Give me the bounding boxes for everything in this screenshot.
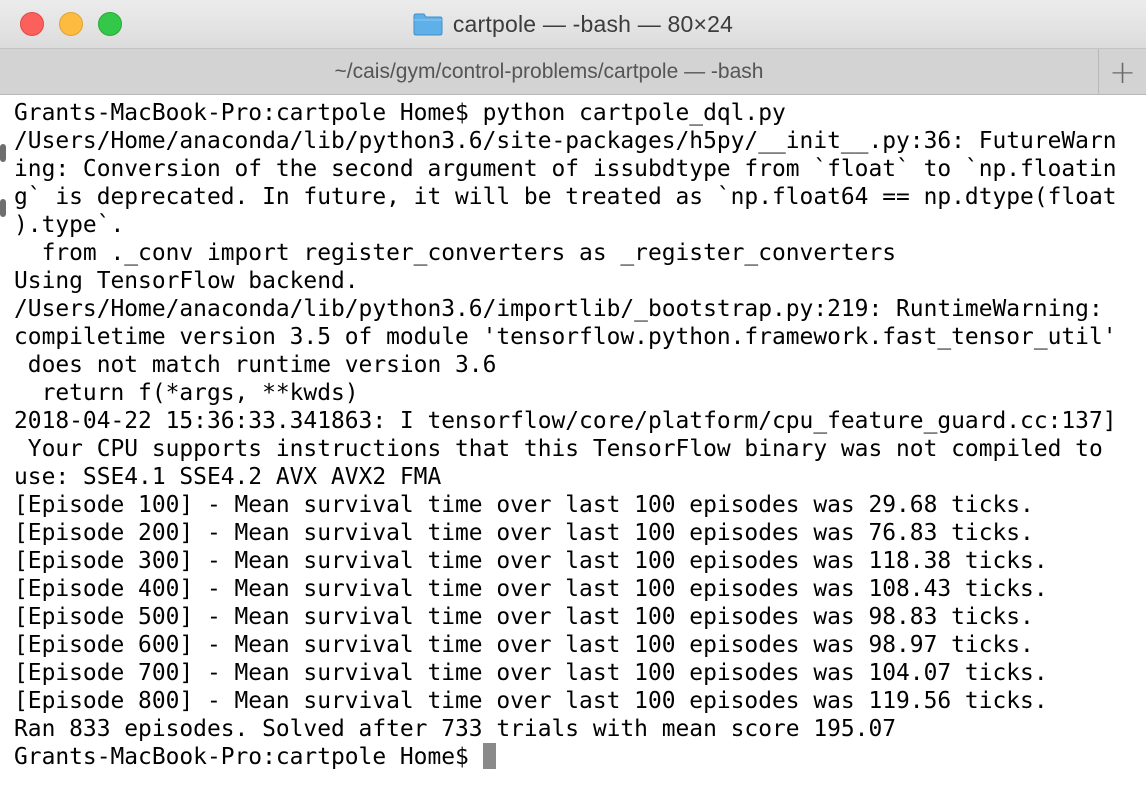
terminal-line: 2018-04-22 15:36:33.341863: I tensorflow… (14, 408, 1117, 434)
terminal-line: /Users/Home/anaconda/lib/python3.6/impor… (14, 296, 1103, 322)
terminal-line: /Users/Home/anaconda/lib/python3.6/site-… (14, 128, 1117, 154)
terminal-line: does not match runtime version 3.6 (14, 352, 497, 378)
terminal-line: Your CPU supports instructions that this… (14, 436, 1103, 462)
terminal-line: [Episode 300] - Mean survival time over … (14, 548, 1048, 574)
terminal-line: Using TensorFlow backend. (14, 268, 359, 294)
folder-icon (413, 12, 443, 36)
terminal-line: [Episode 100] - Mean survival time over … (14, 492, 1034, 518)
window-title: cartpole — -bash — 80×24 (452, 10, 734, 37)
terminal-line: g` is deprecated. In future, it will be … (14, 184, 1117, 210)
text-cursor (482, 743, 496, 769)
title-bar[interactable]: cartpole — -bash — 80×24 (0, 0, 1146, 49)
scroll-marker (0, 144, 6, 162)
terminal-line: Grants-MacBook-Pro:cartpole Home$ python… (14, 100, 786, 126)
terminal-window: cartpole — -bash — 80×24 ~/cais/gym/cont… (0, 0, 1146, 806)
terminal-line: return f(*args, **kwds) (14, 380, 359, 406)
tab-bash[interactable]: ~/cais/gym/control-problems/cartpole — -… (0, 49, 1098, 94)
window-title-group: cartpole — -bash — 80×24 (0, 0, 1146, 48)
terminal-line: ing: Conversion of the second argument o… (14, 156, 1117, 182)
prompt-line[interactable]: Grants-MacBook-Pro:cartpole Home$ (14, 743, 1117, 771)
tab-bar: ~/cais/gym/control-problems/cartpole — -… (0, 49, 1146, 95)
zoom-button[interactable] (98, 12, 122, 36)
scroll-marker (0, 199, 6, 217)
terminal-line: [Episode 800] - Mean survival time over … (14, 688, 1048, 714)
terminal-lines: Grants-MacBook-Pro:cartpole Home$ python… (14, 99, 1117, 771)
terminal-line: Ran 833 episodes. Solved after 733 trial… (14, 716, 897, 742)
close-button[interactable] (20, 12, 44, 36)
terminal-line: [Episode 400] - Mean survival time over … (14, 576, 1048, 602)
terminal-line: compiletime version 3.5 of module 'tenso… (14, 324, 1117, 350)
new-tab-button[interactable]: + (1098, 49, 1146, 94)
terminal-line: [Episode 600] - Mean survival time over … (14, 632, 1034, 658)
terminal-line: from ._conv import register_converters a… (14, 240, 897, 266)
minimize-button[interactable] (59, 12, 83, 36)
terminal-line: [Episode 500] - Mean survival time over … (14, 604, 1034, 630)
terminal-line: use: SSE4.1 SSE4.2 AVX AVX2 FMA (14, 464, 442, 490)
terminal-line: [Episode 700] - Mean survival time over … (14, 660, 1048, 686)
terminal-line: ).type`. (14, 212, 125, 238)
shell-prompt: Grants-MacBook-Pro:cartpole Home$ (14, 744, 469, 770)
terminal-line: [Episode 200] - Mean survival time over … (14, 520, 1034, 546)
terminal-output[interactable]: Grants-MacBook-Pro:cartpole Home$ python… (0, 95, 1146, 806)
